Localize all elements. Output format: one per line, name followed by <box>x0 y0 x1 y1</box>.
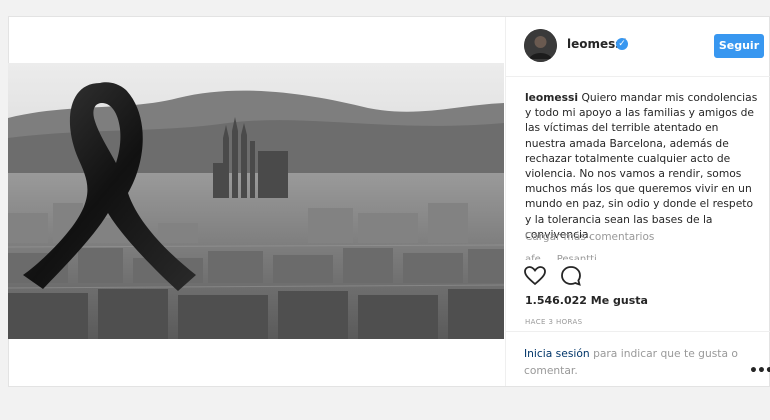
more-options-icon[interactable]: ••• <box>749 363 770 379</box>
post-header: leomessi ✓ Seguir <box>506 17 770 77</box>
caption-text: Quiero mandar mis condolencias y todo mi… <box>525 91 758 241</box>
follow-button[interactable]: Seguir <box>714 34 764 58</box>
post-image[interactable] <box>8 63 504 339</box>
post-timestamp: HACE 3 HORAS <box>525 318 583 326</box>
heart-icon[interactable] <box>523 264 547 288</box>
barcelona-mourning-photo <box>8 63 504 339</box>
post-sidebar: leomessi ✓ Seguir leomessi Quiero mandar… <box>505 17 770 386</box>
login-prompt: Inicia sesión para indicar que te gusta … <box>506 331 770 386</box>
verified-badge-icon: ✓ <box>616 38 628 50</box>
comment-icon[interactable] <box>559 264 583 288</box>
load-more-comments-link[interactable]: Cargar más comentarios <box>525 231 654 243</box>
login-text: Inicia sesión para indicar que te gusta … <box>524 345 739 379</box>
action-bar <box>523 264 753 288</box>
caption-username-link[interactable]: leomessi <box>525 91 578 104</box>
post-caption: leomessi Quiero mandar mis condolencias … <box>525 90 758 242</box>
avatar[interactable] <box>524 29 557 62</box>
login-link[interactable]: Inicia sesión <box>524 347 590 360</box>
partial-comment: afe ... Pesantti <box>525 254 597 260</box>
likes-count[interactable]: 1.546.022 Me gusta <box>525 294 648 307</box>
